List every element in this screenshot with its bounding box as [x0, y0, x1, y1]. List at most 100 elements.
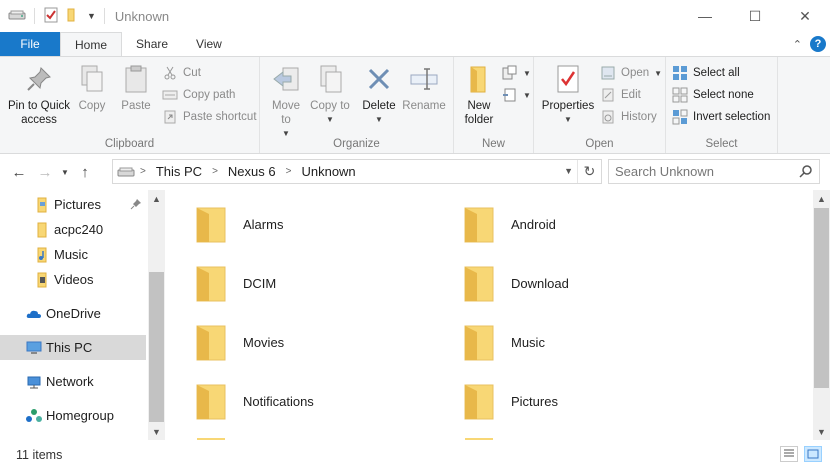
nav-item-music[interactable]: Music [0, 242, 146, 267]
qat-dropdown-icon[interactable]: ▼ [87, 11, 96, 21]
help-icon[interactable]: ? [810, 36, 826, 52]
paste-shortcut-button[interactable]: Paste shortcut [162, 107, 257, 127]
tab-share[interactable]: Share [122, 32, 182, 56]
collapse-ribbon-icon[interactable]: ⌃ [793, 38, 802, 51]
new-folder-button[interactable]: New folder [458, 63, 500, 127]
scroll-down-arrow[interactable]: ▼ [148, 423, 165, 440]
properties-label: Properties [541, 100, 595, 112]
copy-label: Copy [78, 100, 106, 112]
copy-icon [76, 63, 108, 95]
rename-button[interactable]: Rename [402, 63, 446, 113]
nav-item-label: acpc240 [54, 222, 104, 237]
folder-item-download[interactable]: Download [463, 260, 569, 306]
scroll-up-arrow[interactable]: ▲ [813, 190, 830, 207]
nav-item-this-pc[interactable]: This PC [0, 335, 146, 360]
scroll-thumb[interactable] [149, 272, 164, 422]
new-folder-qat-icon[interactable] [65, 7, 81, 26]
view-buttons [780, 446, 822, 462]
easy-access-button[interactable]: ▼ [502, 85, 531, 105]
breadcrumb-unknown[interactable]: Unknown [296, 164, 360, 179]
title-bar: ▼ Unknown — ☐ ✕ [0, 0, 830, 32]
folder-item-music[interactable]: Music [463, 319, 545, 365]
copy-path-button[interactable]: Copy path [162, 85, 235, 105]
open-button[interactable]: Open ▼ [600, 63, 662, 83]
breadcrumb: > This PC > Nexus 6 > Unknown [135, 164, 361, 179]
search-icon[interactable] [799, 164, 813, 181]
move-to-button[interactable]: Move to ▼ [266, 63, 306, 141]
details-view-button[interactable] [780, 446, 798, 462]
properties-button[interactable]: Properties ▼ [540, 63, 596, 127]
nav-item-label: Music [54, 247, 88, 262]
breadcrumb-separator[interactable]: > [281, 166, 297, 177]
breadcrumb-separator[interactable]: > [207, 166, 223, 177]
folder-item-partial[interactable] [465, 438, 493, 440]
nav-item-network[interactable]: Network [0, 369, 146, 394]
close-button[interactable]: ✕ [780, 0, 830, 32]
tab-home[interactable]: Home [60, 32, 123, 57]
refresh-button[interactable]: ↻ [577, 160, 601, 183]
history-button[interactable]: History [600, 107, 657, 127]
up-button[interactable]: ↑ [72, 159, 98, 185]
paste-button[interactable]: Paste [118, 63, 154, 113]
folder-icon [464, 384, 494, 420]
folder-item-movies[interactable]: Movies [195, 319, 284, 365]
cut-label: Cut [183, 67, 201, 79]
new-folder-icon [463, 63, 495, 95]
forward-button[interactable]: → [32, 159, 58, 185]
address-bar[interactable]: > This PC > Nexus 6 > Unknown ▼ ↻ [112, 159, 602, 184]
rename-label: Rename [402, 100, 446, 112]
invert-selection-button[interactable]: Invert selection [672, 107, 770, 127]
folder-item-notifications[interactable]: Notifications [195, 378, 314, 424]
breadcrumb-nexus-6[interactable]: Nexus 6 [223, 164, 281, 179]
navigation-pane-scrollbar[interactable]: ▲ ▼ [148, 190, 165, 440]
drive-icon[interactable] [8, 8, 26, 25]
content-scrollbar[interactable]: ▲ ▼ [813, 190, 830, 440]
this-pc-icon [26, 340, 42, 356]
large-icons-view-icon [807, 449, 819, 459]
scroll-down-arrow[interactable]: ▼ [813, 423, 830, 440]
pictures-folder-icon [34, 197, 50, 213]
minimize-button[interactable]: — [680, 0, 730, 32]
folder-icon [196, 384, 226, 420]
folder-item-pictures[interactable]: Pictures [463, 378, 558, 424]
scroll-thumb[interactable] [814, 208, 829, 388]
edit-button[interactable]: Edit [600, 85, 641, 105]
new-group: New folder ▼ ▼ New [454, 57, 534, 153]
nav-item-onedrive[interactable]: OneDrive [0, 301, 146, 326]
copy-to-button[interactable]: Copy to ▼ [310, 63, 350, 127]
maximize-button[interactable]: ☐ [730, 0, 780, 32]
select-all-button[interactable]: Select all [672, 63, 740, 83]
tab-file[interactable]: File [0, 32, 60, 56]
properties-check-icon[interactable] [43, 7, 59, 26]
search-box[interactable]: Search Unknown [608, 159, 820, 184]
folder-item-partial[interactable] [197, 438, 225, 440]
scroll-up-arrow[interactable]: ▲ [148, 190, 165, 207]
open-group-label: Open [585, 138, 614, 150]
nav-item-pictures[interactable]: Pictures [0, 192, 146, 217]
nav-item-label: This PC [46, 340, 93, 355]
breadcrumb-this-pc[interactable]: This PC [151, 164, 207, 179]
tab-view[interactable]: View [182, 32, 236, 56]
folder-item-android[interactable]: Android [463, 201, 556, 247]
new-item-button[interactable]: ▼ [502, 63, 531, 83]
organize-group-label: Organize [333, 138, 380, 150]
copy-button[interactable]: Copy [74, 63, 110, 113]
back-button[interactable]: ← [6, 159, 32, 185]
pin-quick-access-button[interactable]: Pin to Quick access [4, 63, 74, 127]
breadcrumb-separator[interactable]: > [135, 166, 151, 177]
item-count: 11 items [16, 448, 63, 462]
select-none-button[interactable]: Select none [672, 85, 754, 105]
nav-item-acpc240[interactable]: acpc240 [0, 217, 146, 242]
nav-item-homegroup[interactable]: Homegroup [0, 403, 146, 428]
select-group: Select all Select none Invert selection … [666, 57, 778, 153]
cut-button[interactable]: Cut [162, 63, 201, 83]
address-dropdown-icon[interactable]: ▼ [564, 166, 573, 176]
qat-separator [103, 8, 105, 24]
folder-item-alarms[interactable]: Alarms [195, 201, 283, 247]
nav-item-videos[interactable]: Videos [0, 267, 146, 292]
recent-locations-button[interactable]: ▼ [58, 159, 72, 185]
delete-button[interactable]: Delete ▼ [360, 63, 398, 127]
pin-icon[interactable] [130, 198, 142, 213]
folder-item-dcim[interactable]: DCIM [195, 260, 276, 306]
large-icons-view-button[interactable] [804, 446, 822, 462]
